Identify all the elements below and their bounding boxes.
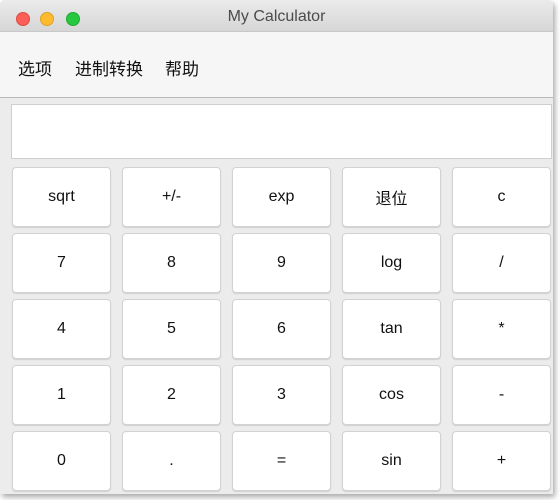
digit-3-button[interactable]: 3 [232,365,331,425]
menu-help[interactable]: 帮助 [165,55,199,80]
digit-6-button[interactable]: 6 [232,299,331,359]
cos-button[interactable]: cos [342,365,441,425]
digit-7-button[interactable]: 7 [12,233,111,293]
equals-button[interactable]: = [232,431,331,491]
add-button[interactable]: + [452,431,551,491]
subtract-button[interactable]: - [452,365,551,425]
digit-5-button[interactable]: 5 [122,299,221,359]
digit-9-button[interactable]: 9 [232,233,331,293]
menu-base-conversion[interactable]: 进制转换 [75,55,143,80]
digit-1-button[interactable]: 1 [12,365,111,425]
backspace-button[interactable]: 退位 [342,167,441,227]
calculator-window: My Calculator 选项 进制转换 帮助 sqrt +/- exp 退位 c 7 8… [0,0,553,494]
multiply-button[interactable]: * [452,299,551,359]
digit-8-button[interactable]: 8 [122,233,221,293]
digit-4-button[interactable]: 4 [12,299,111,359]
sqrt-button[interactable]: sqrt [12,167,111,227]
calculator-display[interactable] [11,104,552,159]
divide-button[interactable]: / [452,233,551,293]
tan-button[interactable]: tan [342,299,441,359]
sin-button[interactable]: sin [342,431,441,491]
window-title: My Calculator [227,8,326,25]
menu-options[interactable]: 选项 [18,55,52,80]
exp-button[interactable]: exp [232,167,331,227]
decimal-point-button[interactable]: . [122,431,221,491]
menu-bar: 选项 进制转换 帮助 [0,32,553,98]
digit-0-button[interactable]: 0 [12,431,111,491]
title-bar[interactable]: My Calculator [0,0,553,32]
keypad: sqrt +/- exp 退位 c 7 8 9 log/ 4 5 6 tan * 1 2 3 cos - 0. = sin… [12,167,552,494]
clear-button[interactable]: c [452,167,551,227]
log-button[interactable]: log [342,233,441,293]
digit-2-button[interactable]: 2 [122,365,221,425]
negate-button[interactable]: +/- [122,167,221,227]
